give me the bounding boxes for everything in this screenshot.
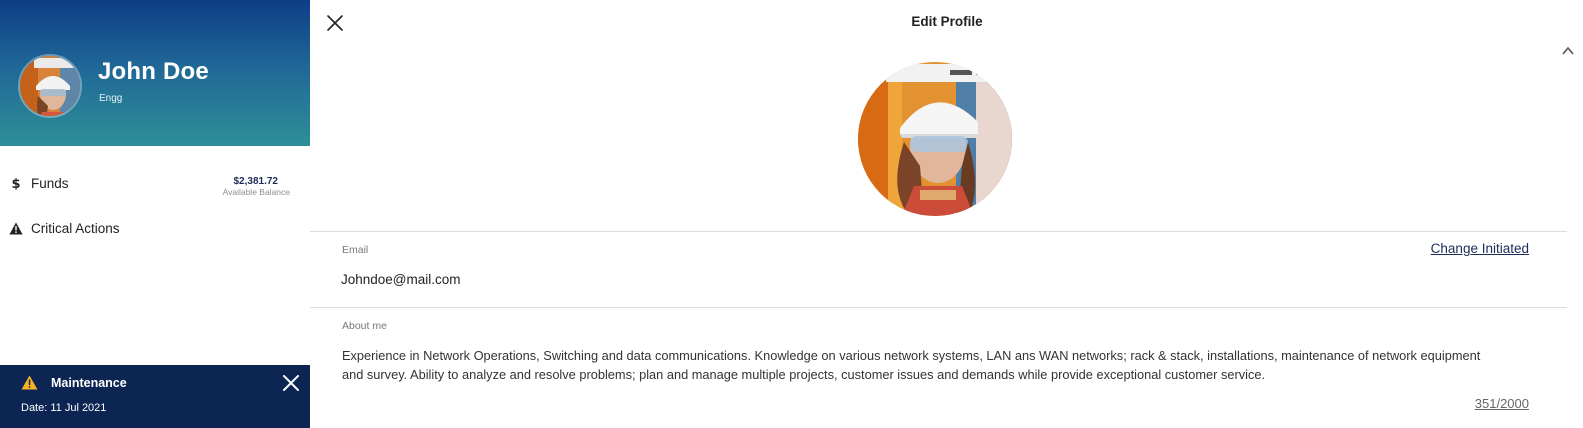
svg-text:$: $ — [11, 177, 20, 190]
divider — [310, 231, 1567, 232]
warning-icon — [21, 375, 38, 395]
user-role: Engg — [99, 93, 123, 104]
sidebar-item-funds[interactable]: $ Funds $2,381.72 Available Balance — [0, 166, 310, 202]
change-initiated-link[interactable]: Change Initiated — [1431, 241, 1529, 256]
divider — [310, 307, 1567, 308]
scrollbar[interactable] — [1567, 0, 1583, 428]
close-icon[interactable] — [282, 374, 300, 392]
maintenance-date: Date: 11 Jul 2021 — [21, 402, 107, 414]
profile-header: John Doe Engg — [0, 0, 310, 146]
close-icon[interactable] — [326, 14, 344, 32]
profile-photo[interactable] — [858, 62, 1012, 216]
sidebar: John Doe Engg $ Funds $2,381.72 Availabl… — [0, 0, 310, 428]
sidebar-item-critical-actions[interactable]: Critical Actions — [0, 211, 310, 247]
balance-amount: $2,381.72 — [233, 176, 279, 187]
maintenance-title: Maintenance — [51, 376, 127, 390]
about-label: About me — [342, 320, 387, 332]
about-textarea[interactable]: Experience in Network Operations, Switch… — [342, 346, 1492, 384]
page-title: Edit Profile — [911, 14, 983, 29]
user-name: John Doe — [98, 58, 209, 85]
balance-caption: Available Balance — [222, 187, 290, 197]
email-value[interactable]: Johndoe@mail.com — [341, 272, 461, 287]
chevron-up-icon[interactable] — [1561, 44, 1575, 56]
character-count: 351/2000 — [1474, 396, 1529, 411]
sidebar-item-label: Critical Actions — [31, 221, 120, 236]
email-label: Email — [342, 244, 369, 256]
sidebar-item-label: Funds — [31, 176, 69, 191]
maintenance-banner — [0, 365, 310, 428]
warning-icon — [9, 221, 23, 235]
avatar[interactable] — [18, 54, 82, 118]
dollar-icon: $ — [9, 176, 23, 190]
